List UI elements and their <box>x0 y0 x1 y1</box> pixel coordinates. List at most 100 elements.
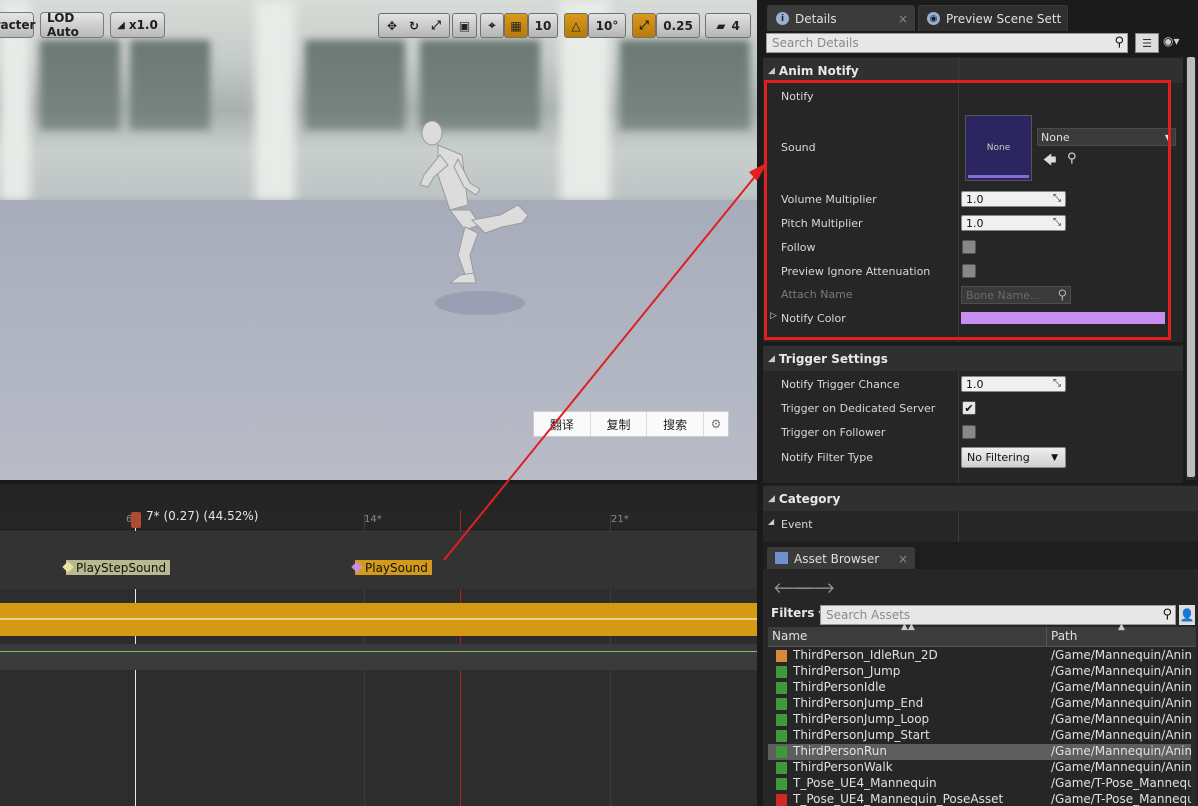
asset-name: T_Pose_UE4_Mannequin <box>793 776 937 790</box>
search-menu-item[interactable]: 搜索 <box>647 412 705 436</box>
surface-snap-toggle[interactable]: ⌖ <box>480 13 504 38</box>
lod-button[interactable]: LOD Auto <box>40 11 104 39</box>
asset-list-scrollbar[interactable] <box>1191 650 1195 806</box>
category-trigger-settings[interactable]: ◢ Trigger Settings <box>763 345 1183 371</box>
person-filter-icon[interactable]: 👤 <box>1179 605 1195 625</box>
rotate-icon[interactable]: ↻ <box>403 19 425 33</box>
forward-arrow-icon[interactable]: 🡒 <box>795 578 835 597</box>
collapse-triangle-icon[interactable]: ◢ <box>768 517 774 526</box>
close-icon[interactable]: × <box>898 12 908 26</box>
notify-timeline[interactable]: 6 14* 21* 7* (0.27) (44.52%) PlayStepSou… <box>0 484 757 806</box>
trigger-dedicated-server-checkbox[interactable]: ✔ <box>962 401 976 415</box>
camera-speed-button[interactable]: ▰ 4 <box>705 13 751 38</box>
asset-row[interactable]: T_Pose_UE4_Mannequin/Game/T-Pose_Mannequ… <box>768 776 1192 792</box>
sort-icon: ▲ <box>1118 622 1125 632</box>
anim-asset-icon <box>776 682 787 694</box>
asset-path: /Game/Mannequin/Anima <box>1051 728 1192 742</box>
timeline-ruler[interactable]: 6 14* 21* <box>0 510 757 530</box>
preview-scene-icon: ◉ <box>927 12 940 25</box>
grid-snap-value[interactable]: 10 <box>528 13 558 38</box>
playhead-handle[interactable] <box>131 512 141 528</box>
rotation-snap-toggle[interactable]: △ <box>564 13 588 38</box>
asset-row[interactable]: T_Pose_UE4_Mannequin_PoseAsset/Game/T-Po… <box>768 792 1192 806</box>
tick-label: 14* <box>364 514 382 525</box>
preview-viewport[interactable]: racter LOD Auto ◢x1.0 ✥ ↻ ⤢ ▣ ⌖ ▦ 10 △ 1… <box>0 0 757 480</box>
playhead-label: 7* (0.27) (44.52%) <box>146 509 259 523</box>
column-header-name[interactable]: Name <box>772 629 807 643</box>
eye-visibility-icon[interactable]: ◉▾ <box>1163 34 1180 48</box>
trigger-on-follower-checkbox[interactable] <box>962 425 976 439</box>
asset-path: /Game/T-Pose_Mannequi <box>1051 792 1192 806</box>
notify-playstepsound[interactable]: PlayStepSound <box>62 560 171 575</box>
info-icon: i <box>776 12 789 25</box>
translate-icon[interactable]: ✥ <box>381 19 403 33</box>
asset-row[interactable]: ThirdPerson_IdleRun_2D/Game/Mannequin/An… <box>768 648 1192 664</box>
notify-trigger-chance-label: Notify Trigger Chance <box>781 378 900 391</box>
trigger-on-follower-label: Trigger on Follower <box>781 426 886 439</box>
filters-button[interactable]: Filters ▾ <box>771 606 825 620</box>
details-scrollbar-track[interactable] <box>1186 57 1196 480</box>
notify-playsound[interactable]: PlaySound <box>351 560 432 575</box>
anim-asset-icon <box>776 698 787 710</box>
asset-name: ThirdPersonJump_Start <box>793 728 930 742</box>
checkmark-icon: ✔ <box>964 401 974 415</box>
scale-snap-toggle[interactable]: ⤢ <box>632 13 656 38</box>
scale-snap-value[interactable]: 0.25 <box>656 13 700 38</box>
copy-menu-item[interactable]: 复制 <box>591 412 648 436</box>
asset-path: /Game/Mannequin/Anima <box>1051 760 1192 774</box>
notify-trigger-chance-field[interactable]: 1.0 ⤡ <box>961 376 1066 392</box>
event-label: Event <box>781 518 813 531</box>
anim-asset-icon <box>776 730 787 742</box>
view-options-list-icon[interactable]: ☰ <box>1135 33 1159 53</box>
asset-row[interactable]: ThirdPersonJump_Loop/Game/Mannequin/Anim… <box>768 712 1192 728</box>
timeline-header <box>0 484 757 510</box>
collapse-triangle-icon: ◢ <box>768 65 775 76</box>
trigger-dedicated-server-label: Trigger on Dedicated Server <box>781 402 936 415</box>
pose-asset-icon <box>776 794 787 806</box>
world-local-toggle[interactable]: ▣ <box>452 13 477 38</box>
asset-path: /Game/Mannequin/Anima <box>1051 696 1192 710</box>
anim-asset-icon <box>776 714 787 726</box>
asset-name: ThirdPersonJump_Loop <box>793 712 930 726</box>
category-body <box>763 511 1198 542</box>
search-icon: ⚲ <box>1114 35 1124 50</box>
details-panel: i Details × ◉ Preview Scene Sett Search … <box>763 0 1198 806</box>
details-search-input[interactable]: Search Details ⚲ <box>766 33 1128 53</box>
asset-row[interactable]: ThirdPersonRun/Game/Mannequin/Anima <box>768 744 1192 760</box>
asset-name: T_Pose_UE4_Mannequin_PoseAsset <box>793 792 1004 806</box>
tab-preview-scene[interactable]: ◉ Preview Scene Sett <box>918 5 1068 31</box>
column-divider[interactable] <box>1046 627 1047 647</box>
tab-asset-browser[interactable]: Asset Browser × <box>767 547 915 569</box>
asset-path: /Game/Mannequin/Anima <box>1051 648 1192 662</box>
show-character-button[interactable]: racter <box>0 12 35 38</box>
tab-label: Asset Browser <box>794 551 880 566</box>
asset-row[interactable]: ThirdPersonIdle/Game/Mannequin/Anima <box>768 680 1192 696</box>
asset-row[interactable]: ThirdPerson_Jump/Game/Mannequin/Anima <box>768 664 1192 680</box>
grid-snap-toggle[interactable]: ▦ <box>504 13 528 38</box>
asset-row[interactable]: ThirdPersonWalk/Game/Mannequin/Anima <box>768 760 1192 776</box>
settings-gear-icon[interactable]: ⚙ <box>704 412 728 436</box>
tab-details[interactable]: i Details × <box>767 5 915 31</box>
anim-asset-icon <box>776 778 787 790</box>
asset-name: ThirdPersonJump_End <box>793 696 924 710</box>
notify-filter-type-dropdown[interactable]: No Filtering ▼ <box>961 447 1066 468</box>
playback-speed-button[interactable]: ◢ x1.0 <box>110 12 165 38</box>
details-scrollbar-thumb[interactable] <box>1187 57 1195 477</box>
text-context-menu[interactable]: 翻译 复制 搜索 ⚙ <box>533 411 729 437</box>
category-category[interactable]: ◢ Category <box>763 485 1198 511</box>
background-window <box>305 40 405 130</box>
transform-mode-group[interactable]: ✥ ↻ ⤢ <box>378 13 450 38</box>
translate-menu-item[interactable]: 翻译 <box>534 412 591 436</box>
anim-asset-icon <box>776 762 787 774</box>
additional-track <box>0 644 757 670</box>
spin-arrows-icon: ⤡ <box>1053 378 1061 389</box>
rotation-snap-value[interactable]: 10° <box>588 13 626 38</box>
scale-icon[interactable]: ⤢ <box>425 18 447 33</box>
notify-filter-type-label: Notify Filter Type <box>781 451 874 464</box>
asset-row[interactable]: ThirdPersonJump_Start/Game/Mannequin/Ani… <box>768 728 1192 744</box>
curve-line <box>0 618 757 620</box>
asset-row[interactable]: ThirdPersonJump_End/Game/Mannequin/Anima <box>768 696 1192 712</box>
close-icon[interactable]: × <box>898 552 908 566</box>
column-header-path[interactable]: Path <box>1051 629 1077 643</box>
angle-icon: △ <box>571 18 581 33</box>
